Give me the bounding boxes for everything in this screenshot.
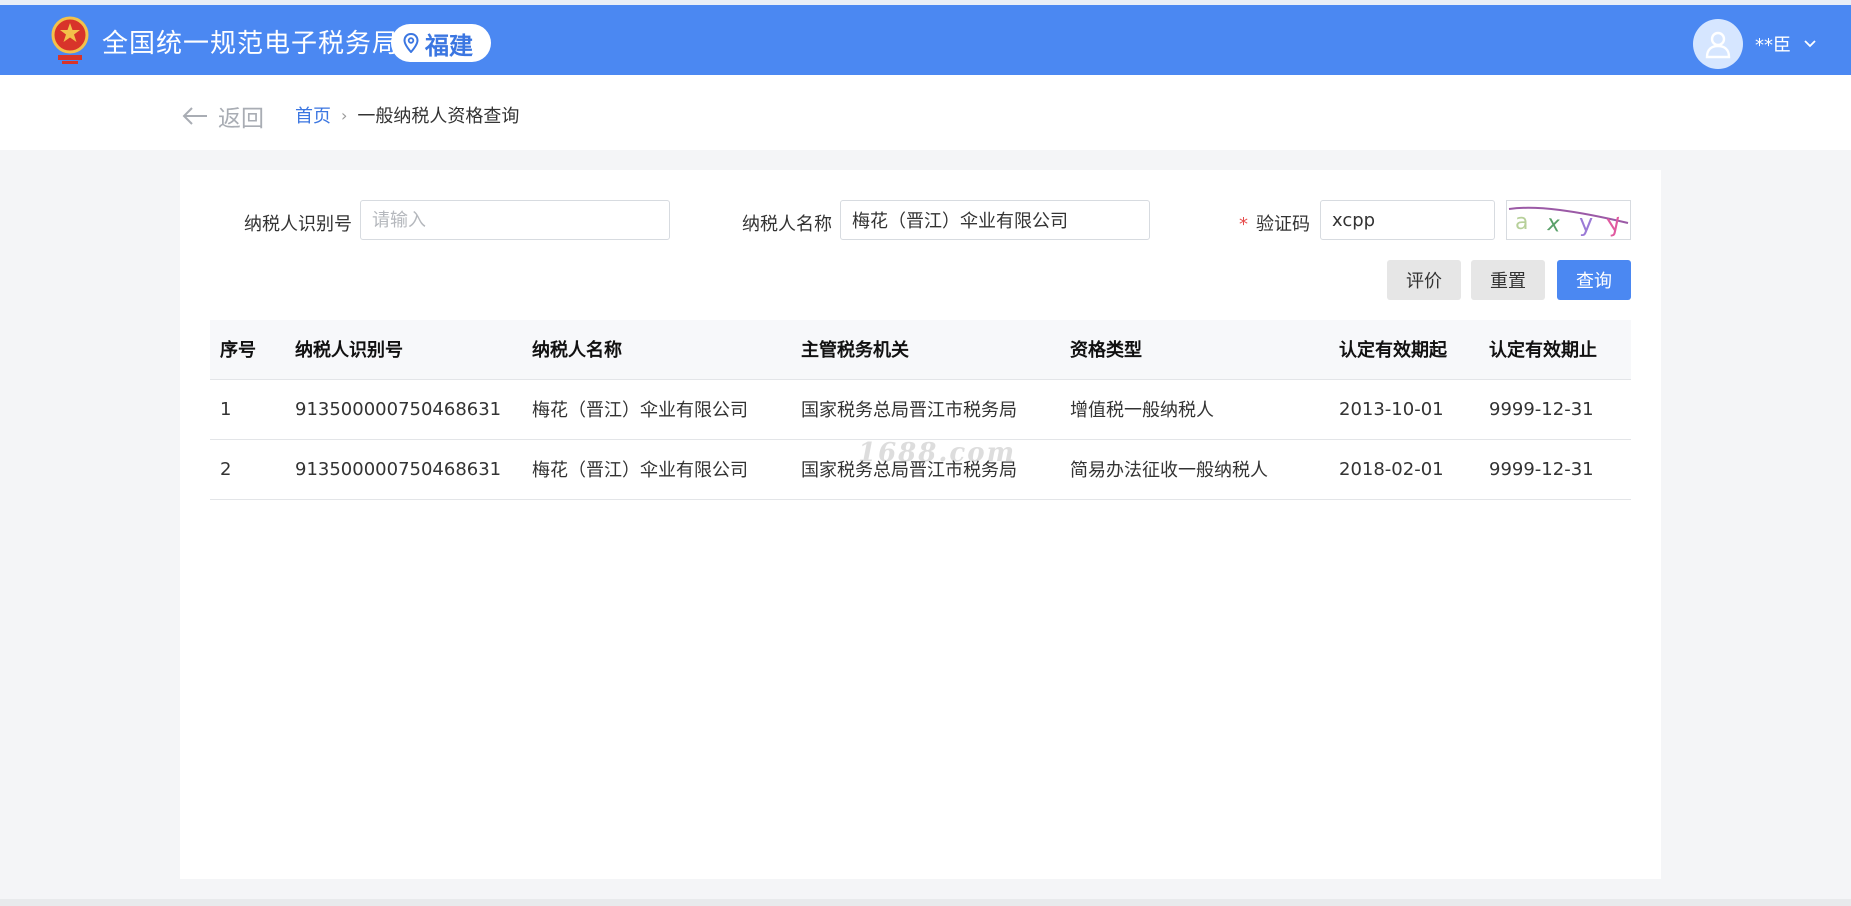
cell-taxpayer-id: 913500000750468631 (285, 439, 522, 500)
back-label: 返回 (218, 106, 264, 132)
top-header: 全国统一规范电子税务局 福建 **臣 (0, 0, 1851, 75)
arrow-left-icon (182, 107, 207, 125)
cell-qualification-type: 简易办法征收一般纳税人 (1060, 439, 1329, 500)
site-title: 全国统一规范电子税务局 (102, 29, 400, 59)
cell-taxpayer-id: 913500000750468631 (285, 379, 522, 440)
cell-valid-to: 9999-12-31 (1479, 439, 1631, 500)
query-panel: 纳税人识别号 纳税人名称 * 验证码 a x y y 评价 重置 查询 序号 (180, 170, 1661, 879)
column-header-tax-authority: 主管税务机关 (791, 320, 1060, 380)
column-header-index: 序号 (210, 320, 285, 380)
cell-index: 1 (210, 379, 285, 440)
taxpayer-id-label: 纳税人识别号 (244, 214, 352, 235)
captcha-char-3: y (1579, 209, 1593, 237)
table-row: 1 913500000750468631 梅花（晋江）伞业有限公司 国家税务总局… (210, 379, 1631, 440)
avatar (1693, 19, 1743, 69)
captcha-input[interactable] (1320, 200, 1495, 240)
region-label: 福建 (425, 31, 473, 60)
reset-button[interactable]: 重置 (1471, 260, 1545, 300)
back-button[interactable]: 返回 (182, 99, 264, 133)
captcha-char-1: a (1515, 210, 1528, 235)
captcha-char-4: y (1604, 208, 1623, 238)
captcha-graphic: a x y y (1508, 206, 1629, 238)
cell-index: 2 (210, 439, 285, 500)
user-name: **臣 (1755, 35, 1791, 56)
bottom-divider (0, 899, 1851, 906)
cell-taxpayer-name: 梅花（晋江）伞业有限公司 (522, 379, 791, 440)
taxpayer-name-label: 纳税人名称 (742, 214, 832, 235)
captcha-image[interactable]: a x y y (1506, 200, 1631, 240)
national-emblem-icon (51, 16, 89, 64)
breadcrumb-separator: › (341, 105, 348, 125)
cell-qualification-type: 增值税一般纳税人 (1060, 379, 1329, 440)
results-table: 序号 纳税人识别号 纳税人名称 主管税务机关 资格类型 认定有效期起 认定有效期… (210, 320, 1631, 500)
evaluate-button[interactable]: 评价 (1387, 260, 1461, 300)
user-icon (1705, 31, 1731, 59)
column-header-taxpayer-id: 纳税人识别号 (285, 320, 522, 380)
query-button[interactable]: 查询 (1557, 260, 1631, 300)
cell-valid-from: 2018-02-01 (1329, 439, 1479, 500)
breadcrumb-bar: 返回 首页 › 一般纳税人资格查询 (0, 75, 1851, 150)
cell-tax-authority: 国家税务总局晋江市税务局 (791, 439, 1060, 500)
table-row: 2 913500000750468631 梅花（晋江）伞业有限公司 国家税务总局… (210, 439, 1631, 500)
taxpayer-id-input[interactable] (360, 200, 670, 240)
cell-taxpayer-name: 梅花（晋江）伞业有限公司 (522, 439, 791, 500)
breadcrumb-home-link[interactable]: 首页 (295, 102, 331, 128)
breadcrumb-current: 一般纳税人资格查询 (357, 106, 520, 127)
cell-tax-authority: 国家税务总局晋江市税务局 (791, 379, 1060, 440)
column-header-taxpayer-name: 纳税人名称 (522, 320, 791, 380)
table-header-row: 序号 纳税人识别号 纳税人名称 主管税务机关 资格类型 认定有效期起 认定有效期… (210, 320, 1631, 380)
cell-valid-from: 2013-10-01 (1329, 379, 1479, 440)
cell-valid-to: 9999-12-31 (1479, 379, 1631, 440)
user-menu[interactable]: **臣 (1693, 19, 1817, 69)
required-marker: * (1239, 214, 1248, 235)
column-header-valid-to: 认定有效期止 (1479, 320, 1631, 380)
breadcrumb: 首页 › 一般纳税人资格查询 (295, 102, 519, 128)
chevron-down-icon (1804, 40, 1816, 48)
location-pin-icon (403, 33, 419, 53)
column-header-qualification-type: 资格类型 (1060, 320, 1329, 380)
taxpayer-name-input[interactable] (840, 200, 1150, 240)
column-header-valid-from: 认定有效期起 (1329, 320, 1479, 380)
captcha-label-group: * 验证码 (1239, 210, 1310, 236)
captcha-label: 验证码 (1256, 214, 1310, 235)
region-selector[interactable]: 福建 (391, 24, 491, 62)
captcha-char-2: x (1545, 211, 1561, 238)
